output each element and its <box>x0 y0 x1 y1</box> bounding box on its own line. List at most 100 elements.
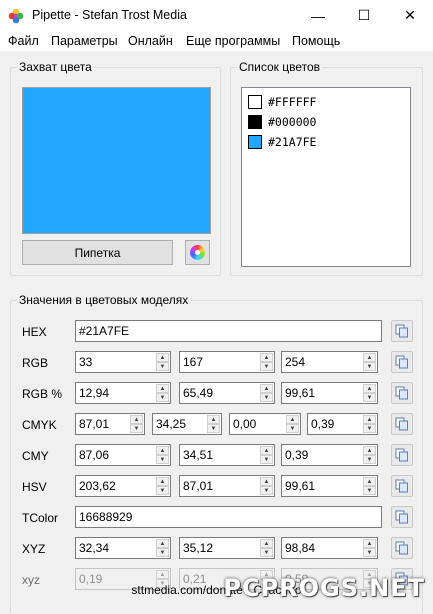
color-models-group: Значения в цветовых моделях HEX #21A7FE RG… <box>10 293 423 614</box>
spin-down-icon[interactable]: ▼ <box>156 486 169 495</box>
spin-up-icon[interactable]: ▲ <box>156 539 169 548</box>
spin-down-icon[interactable]: ▼ <box>207 424 220 433</box>
rgb-field-3[interactable]: 99,61 ▲ ▼ <box>281 382 378 404</box>
spin-down-icon[interactable]: ▼ <box>156 393 169 402</box>
client-area: Захват цвета Пипетка Список цветов #FFFF… <box>0 51 433 614</box>
cmyk-field-3[interactable]: 0,00 ▲ ▼ <box>229 413 301 435</box>
spin-up-icon[interactable]: ▲ <box>260 539 273 548</box>
menu-file[interactable]: Файл <box>8 34 39 48</box>
menu-more-programs[interactable]: Еще программы <box>186 34 280 48</box>
cmy-field-3[interactable]: 0,39 ▲ ▼ <box>281 444 378 466</box>
spin-up-icon[interactable]: ▲ <box>363 539 376 548</box>
cmyk-field-4[interactable]: 0,39 ▲ ▼ <box>307 413 378 435</box>
copy-xyz-button[interactable] <box>391 537 413 559</box>
spin-down-icon[interactable]: ▼ <box>363 486 376 495</box>
spin-up-icon[interactable]: ▲ <box>260 353 273 362</box>
copy-rgb-button[interactable] <box>391 382 413 404</box>
copy-hsv-button[interactable] <box>391 475 413 497</box>
spin-down-icon[interactable]: ▼ <box>156 548 169 557</box>
spin-down-icon[interactable]: ▼ <box>156 362 169 371</box>
field-value: 0,00 <box>233 417 257 431</box>
spin-down-icon[interactable]: ▼ <box>260 393 273 402</box>
spin-up-icon[interactable]: ▲ <box>363 477 376 486</box>
spin-down-icon[interactable]: ▼ <box>363 362 376 371</box>
hsv-field-3[interactable]: 99,61 ▲ ▼ <box>281 475 378 497</box>
spin-down-icon[interactable]: ▼ <box>260 548 273 557</box>
label-tcolor: TColor <box>22 511 59 525</box>
color-preview <box>22 87 211 234</box>
spin-up-icon[interactable]: ▲ <box>156 384 169 393</box>
cmyk-field-2[interactable]: 34,25 ▲ ▼ <box>152 413 222 435</box>
app-icon <box>8 8 24 24</box>
spin-up-icon[interactable]: ▲ <box>363 353 376 362</box>
rgb-field-1[interactable]: 12,94 ▲ ▼ <box>75 382 171 404</box>
menu-help[interactable]: Помощь <box>292 34 340 48</box>
spin-down-icon[interactable]: ▼ <box>260 362 273 371</box>
field-value: 99,61 <box>285 479 316 493</box>
xyz-field-1[interactable]: 32,34 ▲ ▼ <box>75 537 171 559</box>
spin-up-icon[interactable]: ▲ <box>260 384 273 393</box>
spin-buttons: ▲ ▼ <box>260 384 273 402</box>
list-item[interactable]: #21A7FE <box>248 134 316 150</box>
hsv-field-2[interactable]: 87,01 ▲ ▼ <box>179 475 275 497</box>
hsv-field-1[interactable]: 203,62 ▲ ▼ <box>75 475 171 497</box>
list-item[interactable]: #000000 <box>248 114 316 130</box>
spin-down-icon[interactable]: ▼ <box>260 455 273 464</box>
spin-up-icon[interactable]: ▲ <box>207 415 220 424</box>
tcolor-field-1[interactable]: 16688929 <box>75 506 382 528</box>
copy-cmy-button[interactable] <box>391 444 413 466</box>
color-wheel-icon <box>190 245 205 260</box>
xyz-field-2[interactable]: 35,12 ▲ ▼ <box>179 537 275 559</box>
spin-up-icon[interactable]: ▲ <box>260 446 273 455</box>
copy-tcolor-button[interactable] <box>391 506 413 528</box>
color-wheel-button[interactable] <box>185 240 210 265</box>
label-hex: HEX <box>22 325 47 339</box>
spin-buttons: ▲ ▼ <box>363 539 376 557</box>
copy-cmyk-button[interactable] <box>391 413 413 435</box>
minimize-button[interactable]: — <box>295 0 341 31</box>
spin-up-icon[interactable]: ▲ <box>363 415 376 424</box>
color-list-group: Список цветов #FFFFFF #000000 #21A7FE <box>230 60 423 276</box>
close-button[interactable]: ✕ <box>387 0 433 31</box>
menu-online[interactable]: Онлайн <box>128 34 173 48</box>
rgb-field-2[interactable]: 167 ▲ ▼ <box>179 351 275 373</box>
spin-down-icon[interactable]: ▼ <box>363 455 376 464</box>
color-swatch <box>248 135 262 149</box>
spin-down-icon[interactable]: ▼ <box>363 424 376 433</box>
spin-down-icon[interactable]: ▼ <box>156 455 169 464</box>
xyz-field-3[interactable]: 98,84 ▲ ▼ <box>281 537 378 559</box>
spin-down-icon[interactable]: ▼ <box>130 424 143 433</box>
spin-up-icon[interactable]: ▲ <box>156 477 169 486</box>
cmy-field-1[interactable]: 87,06 ▲ ▼ <box>75 444 171 466</box>
color-list[interactable]: #FFFFFF #000000 #21A7FE <box>241 87 411 267</box>
spin-up-icon[interactable]: ▲ <box>286 415 299 424</box>
cmyk-field-1[interactable]: 87,01 ▲ ▼ <box>75 413 145 435</box>
rgb-field-1[interactable]: 33 ▲ ▼ <box>75 351 171 373</box>
field-value: 0,39 <box>311 417 335 431</box>
label-hsv: HSV <box>22 480 47 494</box>
spin-down-icon[interactable]: ▼ <box>363 393 376 402</box>
copy-rgb-button[interactable] <box>391 351 413 373</box>
maximize-button[interactable]: ☐ <box>341 0 387 31</box>
spin-down-icon[interactable]: ▼ <box>363 548 376 557</box>
cmy-field-2[interactable]: 34,51 ▲ ▼ <box>179 444 275 466</box>
spin-up-icon[interactable]: ▲ <box>156 446 169 455</box>
spin-up-icon[interactable]: ▲ <box>363 384 376 393</box>
field-value: 99,61 <box>285 386 316 400</box>
rgb-field-3[interactable]: 254 ▲ ▼ <box>281 351 378 373</box>
spin-up-icon[interactable]: ▲ <box>363 446 376 455</box>
pipette-button[interactable]: Пипетка <box>22 240 173 265</box>
spin-up-icon[interactable]: ▲ <box>260 477 273 486</box>
spin-down-icon[interactable]: ▼ <box>260 486 273 495</box>
rgb-field-2[interactable]: 65,49 ▲ ▼ <box>179 382 275 404</box>
menu-parameters[interactable]: Параметры <box>51 34 118 48</box>
spin-down-icon[interactable]: ▼ <box>286 424 299 433</box>
hex-field-1[interactable]: #21A7FE <box>75 320 382 342</box>
capture-group-title: Захват цвета <box>17 60 94 74</box>
list-item[interactable]: #FFFFFF <box>248 94 316 110</box>
field-value: 12,94 <box>79 386 110 400</box>
window-title: Pipette - Stefan Trost Media <box>32 8 187 22</box>
spin-up-icon[interactable]: ▲ <box>156 353 169 362</box>
spin-up-icon[interactable]: ▲ <box>130 415 143 424</box>
copy-hex-button[interactable] <box>391 320 413 342</box>
